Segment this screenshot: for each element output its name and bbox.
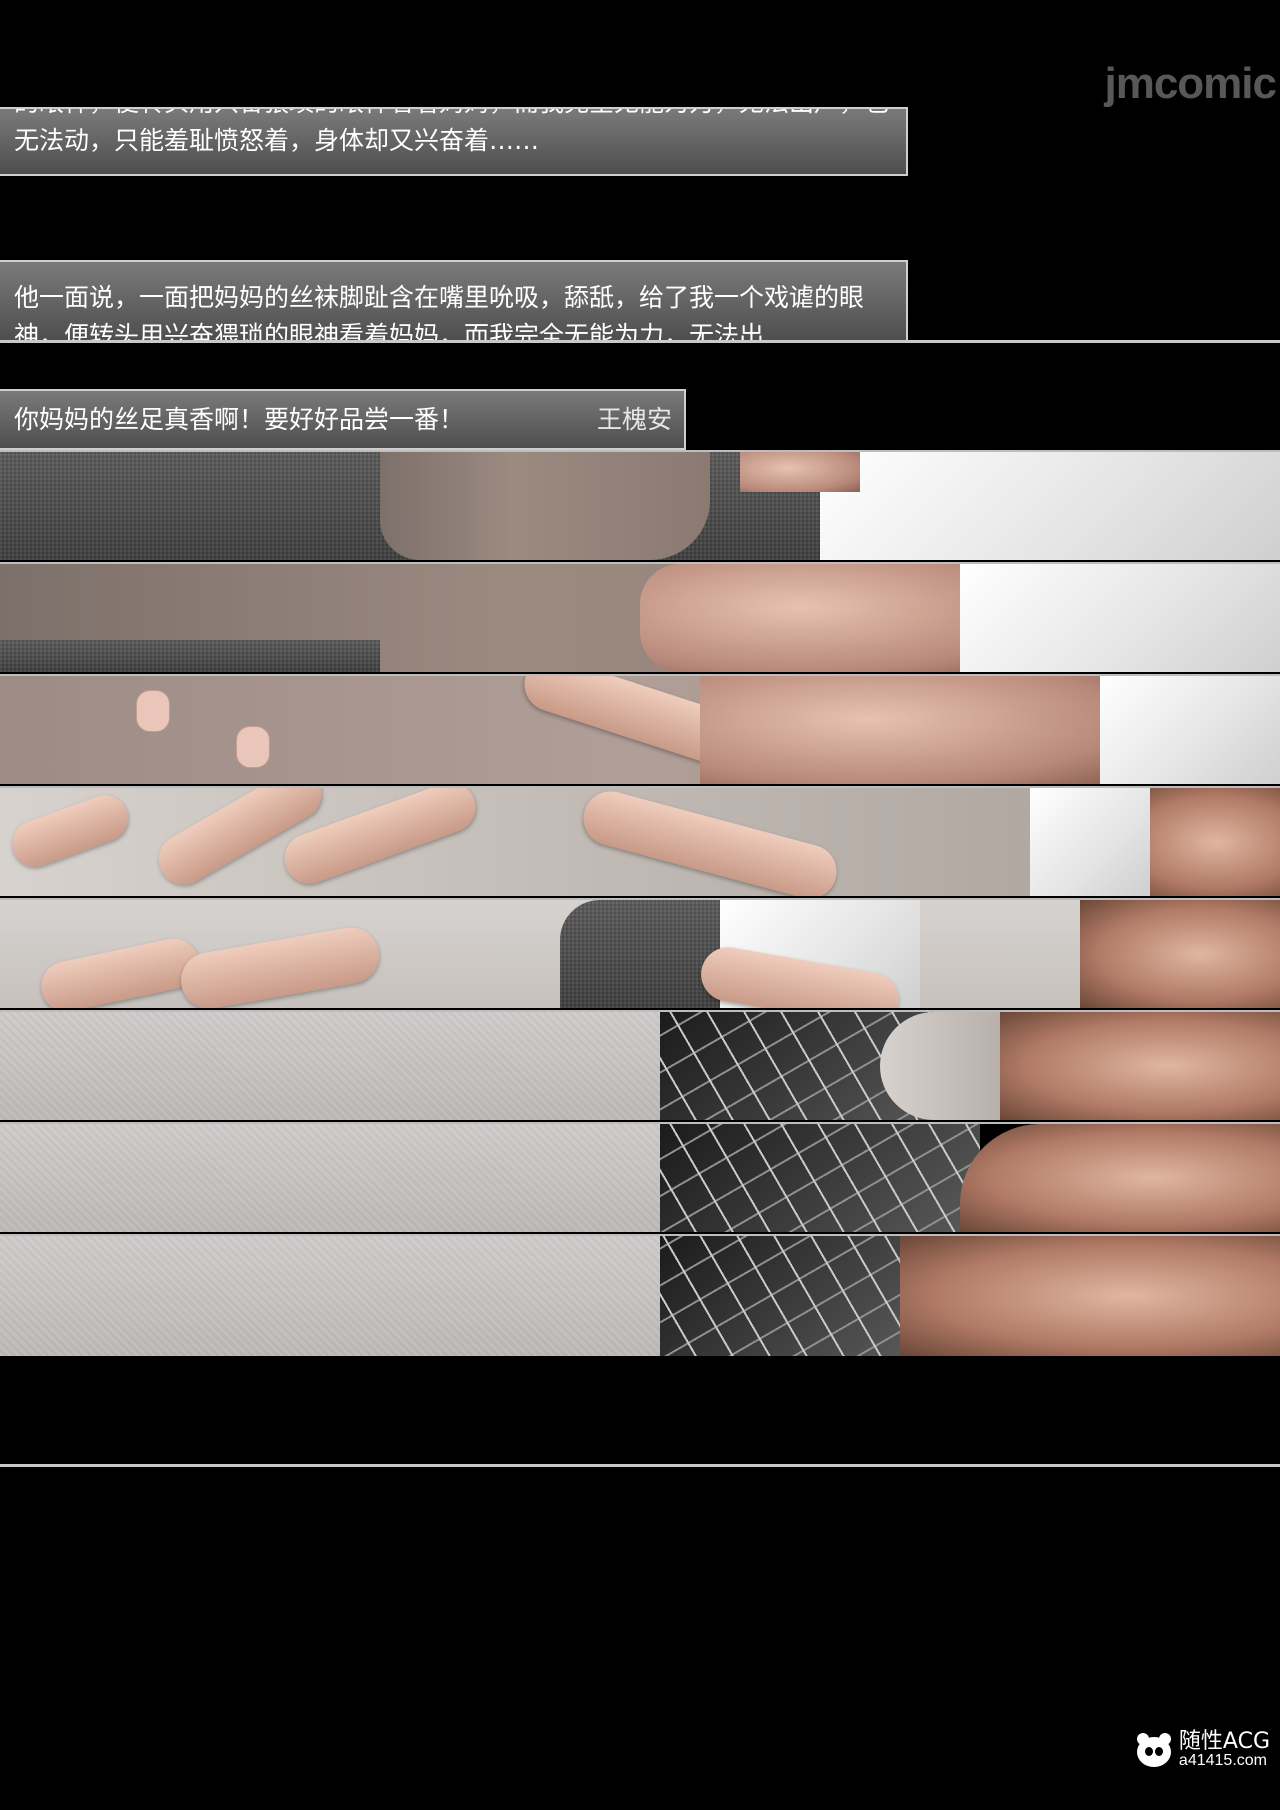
site-watermark: 随性ACG a41415.com <box>1135 1730 1270 1770</box>
panel-divider <box>0 340 1280 343</box>
man-eyes <box>900 1236 1280 1356</box>
toenail <box>136 690 170 732</box>
site-url: a41415.com <box>1178 1752 1267 1770</box>
image-strip-8 <box>0 1234 1280 1356</box>
man-face <box>1080 900 1280 1008</box>
lattice-background <box>660 1236 920 1356</box>
grey-background <box>0 1012 660 1120</box>
man-mouth <box>1000 1012 1280 1120</box>
narration-box-1: 的眼神，便转头用兴奋猥琐的眼神看着妈妈，而我完全无能为力，无法出声，也无法动，只… <box>0 107 908 176</box>
white-shirt-cuff <box>960 564 1280 672</box>
image-strip-6 <box>0 1010 1280 1120</box>
lattice-background <box>660 1124 980 1232</box>
image-strip-5 <box>0 898 1280 1008</box>
image-strip-7 <box>0 1122 1280 1232</box>
toenail <box>236 726 270 768</box>
narration-box-2: 他一面说，一面把妈妈的丝袜脚趾含在嘴里吮吸，舔舐，给了我一个戏谑的眼神，便转头用… <box>0 260 908 341</box>
hand-skin <box>700 676 1120 784</box>
panel-divider <box>0 1464 1280 1467</box>
grey-background <box>0 1236 660 1356</box>
couch-fabric <box>0 640 380 672</box>
stockinged-leg <box>380 452 710 560</box>
image-strip-3 <box>0 674 1280 784</box>
narration-text-2: 他一面说，一面把妈妈的丝袜脚趾含在嘴里吮吸，舔舐，给了我一个戏谑的眼神，便转头用… <box>14 283 865 341</box>
site-name: 随性ACG <box>1178 1729 1270 1755</box>
panda-icon <box>1135 1731 1173 1769</box>
white-shirt-sleeve <box>820 452 1280 560</box>
dialogue-box: 你妈妈的丝足真香啊！要好好品尝一番！ 王槐安 <box>0 389 686 450</box>
man-nose <box>960 1124 1280 1232</box>
jmcomic-watermark: jmcomic <box>1104 59 1277 108</box>
grey-background <box>0 1124 660 1232</box>
dialogue-speaker: 王槐安 <box>596 404 672 434</box>
image-strip-2 <box>0 562 1280 672</box>
image-strip-1 <box>0 450 1280 560</box>
narration-text-1: 的眼神，便转头用兴奋猥琐的眼神看着妈妈，而我完全无能为力，无法出声，也无法动，只… <box>14 109 889 155</box>
shirt-collar <box>1030 788 1150 896</box>
white-shirt-cuff <box>1100 676 1280 784</box>
dialogue-text: 你妈妈的丝足真香啊！要好好品尝一番！ <box>14 404 465 434</box>
image-strip-4 <box>0 786 1280 896</box>
hand-skin <box>740 452 860 492</box>
